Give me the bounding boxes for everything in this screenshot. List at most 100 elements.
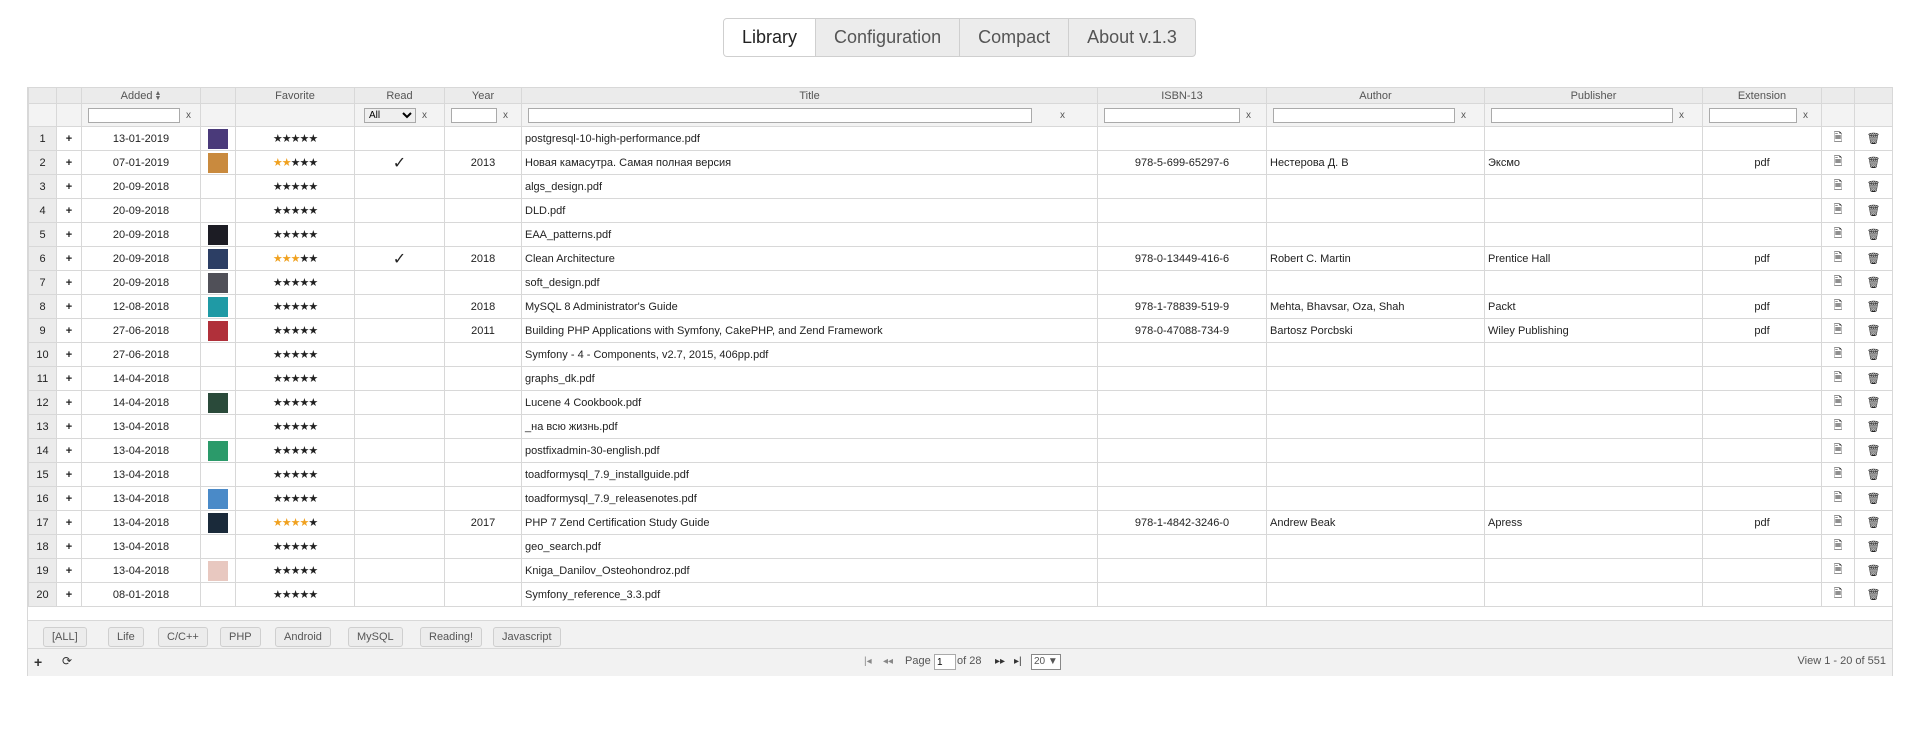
trash-icon[interactable]: 🗑 — [1867, 229, 1881, 241]
book-cover-thumbnail[interactable] — [208, 465, 228, 485]
document-icon[interactable]: 🗎 — [1834, 180, 1843, 192]
star-icon[interactable]: ★ — [282, 229, 292, 241]
star-icon[interactable]: ★ — [282, 349, 292, 361]
star-icon[interactable]: ★ — [308, 517, 318, 529]
star-icon[interactable]: ★ — [308, 421, 318, 433]
document-icon[interactable]: 🗎 — [1834, 348, 1843, 360]
expand-icon[interactable]: + — [66, 493, 72, 505]
document-icon[interactable]: 🗎 — [1834, 420, 1843, 432]
star-icon[interactable]: ★ — [299, 229, 309, 241]
star-icon[interactable]: ★ — [282, 541, 292, 553]
header-extension[interactable]: Extension — [1702, 88, 1822, 104]
filter-author-input[interactable] — [1273, 107, 1455, 123]
star-icon[interactable]: ★ — [273, 253, 283, 265]
table-row[interactable]: 20 +08-01-2018 ★★★★★ Symfony_reference_3.3.… — [28, 582, 1893, 607]
expand-icon[interactable]: + — [66, 397, 72, 409]
tab-compact[interactable]: Compact — [959, 19, 1068, 56]
book-cover-thumbnail[interactable] — [208, 392, 228, 413]
expand-icon[interactable]: + — [66, 157, 72, 169]
star-icon[interactable]: ★ — [273, 397, 283, 409]
expand-icon[interactable]: + — [66, 229, 72, 241]
tag-android[interactable]: Android — [275, 627, 331, 647]
star-icon[interactable]: ★ — [282, 589, 292, 601]
star-icon[interactable]: ★ — [299, 397, 309, 409]
document-icon[interactable]: 🗎 — [1834, 588, 1843, 600]
header-read[interactable]: Read — [354, 88, 445, 104]
table-row[interactable]: 3 +20-09-2018 ★★★★★ algs_design.pdf 🗎 🗑 — [28, 174, 1893, 199]
filter-year-input[interactable] — [451, 107, 497, 123]
tag-life[interactable]: Life — [108, 627, 144, 647]
book-cover-thumbnail[interactable] — [208, 537, 228, 557]
table-row[interactable]: 4 +20-09-2018 ★★★★★ DLD.pdf 🗎 🗑 — [28, 198, 1893, 223]
sort-icon[interactable]: ▲ ▼ — [154, 90, 161, 102]
expand-icon[interactable]: + — [66, 589, 72, 601]
star-icon[interactable]: ★ — [308, 277, 318, 289]
star-icon[interactable]: ★ — [308, 541, 318, 553]
expand-icon[interactable]: + — [66, 469, 72, 481]
star-icon[interactable]: ★ — [273, 517, 283, 529]
filter-read-select[interactable]: All — [364, 107, 416, 123]
table-row[interactable]: 10 +27-06-2018 ★★★★★ Symfony - 4 - Componen… — [28, 342, 1893, 367]
star-icon[interactable]: ★ — [308, 301, 318, 313]
star-icon[interactable]: ★ — [282, 253, 292, 265]
star-icon[interactable]: ★ — [273, 421, 283, 433]
filter-read-clear[interactable]: x — [422, 110, 427, 121]
book-cover-thumbnail[interactable] — [208, 585, 228, 605]
star-icon[interactable]: ★ — [282, 493, 292, 505]
table-row[interactable]: 2 +07-01-2019 ★★★★★ ✓ 2013 Новая камасутра. С… — [28, 150, 1893, 175]
star-icon[interactable]: ★ — [282, 181, 292, 193]
star-icon[interactable]: ★ — [273, 445, 283, 457]
book-cover-thumbnail[interactable] — [208, 296, 228, 317]
trash-icon[interactable]: 🗑 — [1867, 397, 1881, 409]
expand-icon[interactable]: + — [66, 301, 72, 313]
star-icon[interactable]: ★ — [282, 397, 292, 409]
star-icon[interactable]: ★ — [282, 301, 292, 313]
star-icon[interactable]: ★ — [299, 469, 309, 481]
trash-icon[interactable]: 🗑 — [1867, 373, 1881, 385]
expand-icon[interactable]: + — [66, 421, 72, 433]
tag-cpp[interactable]: C/C++ — [158, 627, 208, 647]
star-icon[interactable]: ★ — [308, 589, 318, 601]
star-icon[interactable]: ★ — [299, 349, 309, 361]
expand-icon[interactable]: + — [66, 253, 72, 265]
star-icon[interactable]: ★ — [273, 541, 283, 553]
filter-title-clear[interactable]: x — [1060, 110, 1065, 121]
header-author[interactable]: Author — [1266, 88, 1485, 104]
star-icon[interactable]: ★ — [282, 445, 292, 457]
trash-icon[interactable]: 🗑 — [1867, 565, 1881, 577]
table-row[interactable]: 11 +14-04-2018 ★★★★★ graphs_dk.pdf 🗎 🗑 — [28, 366, 1893, 391]
star-icon[interactable]: ★ — [299, 517, 309, 529]
filter-publisher-input[interactable] — [1491, 107, 1673, 123]
table-row[interactable]: 13 +13-04-2018 ★★★★★ _на всю жизнь.pdf 🗎 🗑 — [28, 414, 1893, 439]
document-icon[interactable]: 🗎 — [1834, 468, 1843, 480]
star-icon[interactable]: ★ — [282, 421, 292, 433]
star-icon[interactable]: ★ — [308, 157, 318, 169]
star-icon[interactable]: ★ — [308, 493, 318, 505]
document-icon[interactable]: 🗎 — [1834, 540, 1843, 552]
star-icon[interactable]: ★ — [273, 493, 283, 505]
expand-icon[interactable]: + — [66, 325, 72, 337]
star-icon[interactable]: ★ — [299, 589, 309, 601]
star-icon[interactable]: ★ — [282, 157, 292, 169]
star-icon[interactable]: ★ — [299, 133, 309, 145]
header-isbn[interactable]: ISBN-13 — [1097, 88, 1267, 104]
star-icon[interactable]: ★ — [299, 157, 309, 169]
trash-icon[interactable]: 🗑 — [1867, 133, 1881, 145]
star-icon[interactable]: ★ — [308, 325, 318, 337]
filter-author-clear[interactable]: x — [1461, 110, 1466, 121]
star-icon[interactable]: ★ — [308, 253, 318, 265]
star-icon[interactable]: ★ — [273, 205, 283, 217]
trash-icon[interactable]: 🗑 — [1867, 277, 1881, 289]
tab-about[interactable]: About v.1.3 — [1068, 19, 1195, 56]
expand-icon[interactable]: + — [66, 373, 72, 385]
table-row[interactable]: 12 +14-04-2018 ★★★★★ Lucene 4 Cookbook.pdf 🗎… — [28, 390, 1893, 415]
tag-all[interactable]: [ALL] — [43, 627, 87, 647]
book-cover-thumbnail[interactable] — [208, 560, 228, 581]
expand-icon[interactable]: + — [66, 541, 72, 553]
star-icon[interactable]: ★ — [299, 421, 309, 433]
star-icon[interactable]: ★ — [308, 349, 318, 361]
document-icon[interactable]: 🗎 — [1834, 276, 1843, 288]
star-icon[interactable]: ★ — [299, 373, 309, 385]
table-row[interactable]: 16 +13-04-2018 ★★★★★ toadformysql_7.9_relea… — [28, 486, 1893, 511]
star-icon[interactable]: ★ — [308, 229, 318, 241]
